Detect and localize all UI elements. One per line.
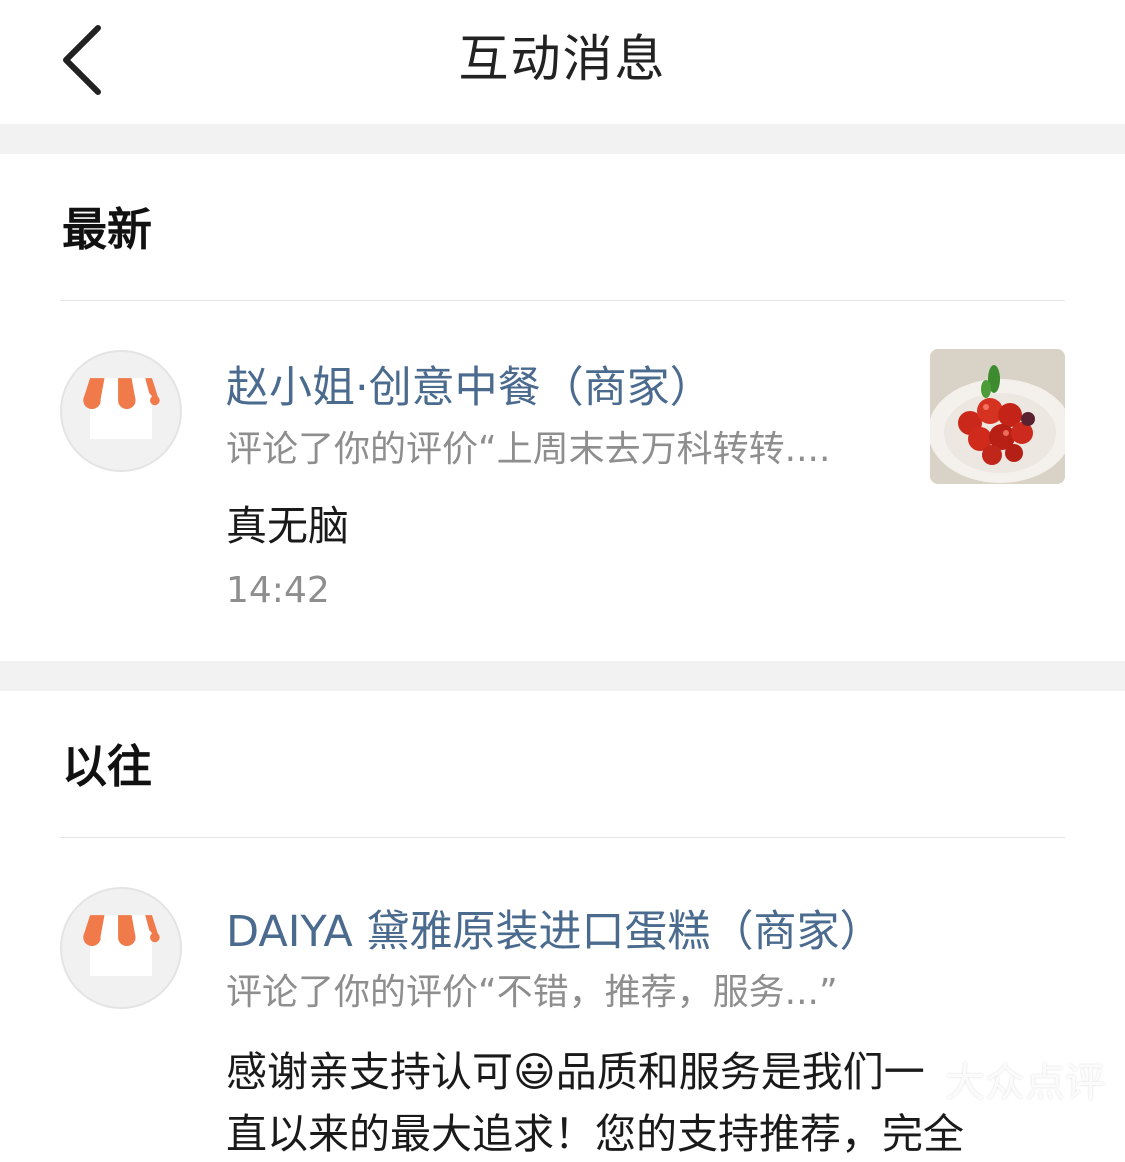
storefront-awning-icon bbox=[62, 352, 180, 470]
comment-context: 评论了你的评价“不错，推荐，服务...” bbox=[226, 968, 838, 1018]
merchant-name-link[interactable]: DAIYA 黛雅原装进口蛋糕（商家） bbox=[226, 904, 882, 960]
section-separator bbox=[0, 661, 1125, 691]
merchant-name-link[interactable]: 赵小姐·创意中餐（商家） bbox=[226, 360, 713, 416]
cherry-tomato-dish-photo bbox=[930, 349, 1065, 484]
smile-emoji: 😃 bbox=[513, 1048, 556, 1096]
comment-text-part: 品质和服务是我们一 bbox=[556, 1048, 925, 1096]
comment-context: 评论了你的评价“上周末去万科转转.... bbox=[226, 425, 830, 475]
divider-line bbox=[60, 300, 1065, 301]
section-heading-latest: 最新 bbox=[62, 200, 152, 260]
watermark: 大众点评 bbox=[945, 1050, 1105, 1108]
navigation-bar: 互动消息 bbox=[0, 0, 1125, 124]
comment-text-line2: 直以来的最大追求！您的支持推荐，完全 bbox=[226, 1106, 964, 1162]
section-separator bbox=[0, 124, 1125, 154]
divider-line bbox=[60, 837, 1065, 838]
timestamp: 14:42 bbox=[226, 566, 330, 616]
section-heading-past: 以往 bbox=[62, 737, 152, 797]
comment-text-part: 感谢亲支持认可 bbox=[226, 1048, 513, 1096]
comment-text: 感谢亲支持认可😃品质和服务是我们一 bbox=[226, 1044, 925, 1100]
avatar[interactable] bbox=[60, 887, 182, 1009]
comment-text: 真无脑 bbox=[226, 498, 349, 554]
page-title: 互动消息 bbox=[0, 24, 1125, 94]
review-thumbnail[interactable] bbox=[930, 349, 1065, 484]
avatar[interactable] bbox=[60, 350, 182, 472]
storefront-awning-icon bbox=[62, 889, 180, 1007]
